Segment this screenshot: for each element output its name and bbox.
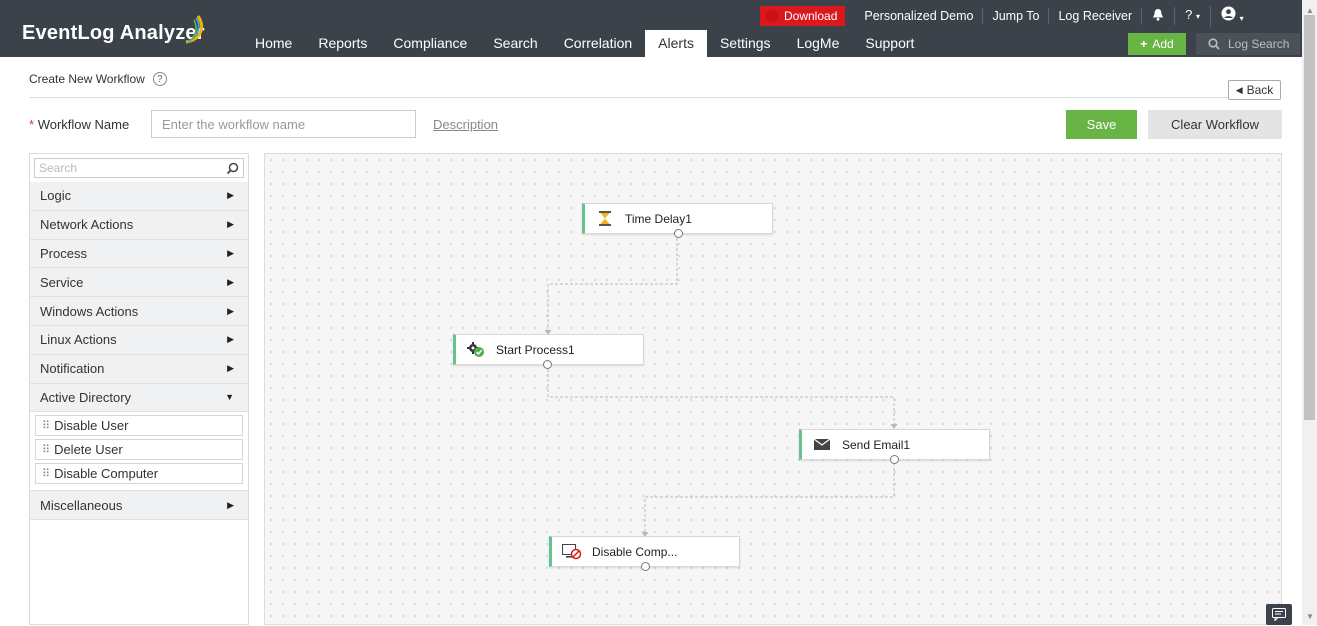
category-active-directory[interactable]: Active Directory ▼ xyxy=(30,383,248,413)
connector-process-to-email xyxy=(547,369,895,426)
drag-handle-icon: ⠿ xyxy=(42,444,50,457)
category-service[interactable]: Service ▶ xyxy=(30,268,248,298)
panel-search-input[interactable] xyxy=(39,161,209,175)
nav-settings[interactable]: Settings xyxy=(707,30,784,57)
search-icon[interactable] xyxy=(226,162,239,175)
chat-icon[interactable] xyxy=(1266,604,1292,625)
log-receiver-link[interactable]: Log Receiver xyxy=(1048,8,1141,24)
panel-search-box xyxy=(34,158,244,178)
category-network-actions[interactable]: Network Actions ▶ xyxy=(30,210,248,240)
actions-panel: Logic▶ Network Actions▶ Process▶ Service… xyxy=(29,153,249,625)
add-button[interactable]: + Add xyxy=(1128,33,1186,55)
category-logic[interactable]: Logic ▶ xyxy=(30,182,248,211)
connector-delay-to-process xyxy=(547,238,678,332)
back-button[interactable]: ◀ Back xyxy=(1228,80,1281,100)
search-icon xyxy=(1208,38,1220,50)
nav-support[interactable]: Support xyxy=(852,30,927,57)
workflow-name-input[interactable] xyxy=(151,110,416,138)
category-process[interactable]: Process ▶ xyxy=(30,239,248,269)
help-menu-icon[interactable]: ? ▾ xyxy=(1174,7,1210,25)
nav-reports[interactable]: Reports xyxy=(305,30,380,57)
required-marker: * xyxy=(29,117,35,132)
node-output-port[interactable] xyxy=(641,562,650,571)
node-output-port[interactable] xyxy=(890,455,899,464)
jump-to-link[interactable]: Jump To xyxy=(982,8,1048,24)
personalized-demo-link[interactable]: Personalized Demo xyxy=(855,8,982,24)
save-button[interactable]: Save xyxy=(1066,110,1137,139)
nav-logme[interactable]: LogMe xyxy=(784,30,853,57)
category-windows-actions[interactable]: Windows Actions ▶ xyxy=(30,297,248,326)
drag-handle-icon: ⠿ xyxy=(42,468,50,481)
node-send-email[interactable]: Send Email1 xyxy=(799,429,990,464)
utility-links: Download Personalized Demo Jump To Log R… xyxy=(760,5,1254,27)
chevron-left-icon: ◀ xyxy=(1235,84,1243,95)
user-profile-icon[interactable]: ▾ xyxy=(1210,5,1254,27)
caret-right-icon: ▶ xyxy=(227,499,234,510)
caret-right-icon: ▶ xyxy=(227,276,234,287)
help-icon[interactable]: ? xyxy=(152,72,167,86)
category-notification[interactable]: Notification ▶ xyxy=(30,354,248,384)
caret-right-icon: ▶ xyxy=(227,363,234,374)
page-title: Create New Workflow ? xyxy=(29,72,167,86)
category-miscellaneous[interactable]: Miscellaneous ▶ xyxy=(30,491,248,521)
scrollbar-thumb[interactable] xyxy=(1304,15,1315,420)
node-time-delay[interactable]: Time Delay1 xyxy=(582,203,773,238)
scroll-up-arrow-icon[interactable]: ▲ xyxy=(1306,6,1314,15)
caret-right-icon: ▶ xyxy=(227,190,234,201)
nav-compliance[interactable]: Compliance xyxy=(380,30,480,57)
plus-icon: + xyxy=(1140,37,1148,51)
hourglass-icon xyxy=(595,211,615,227)
envelope-icon xyxy=(812,437,832,453)
logo-swoosh-icon xyxy=(185,15,203,44)
description-link[interactable]: Description xyxy=(433,117,498,132)
caret-right-icon: ▶ xyxy=(227,219,234,230)
log-search-button[interactable]: Log Search xyxy=(1196,33,1300,55)
node-start-process[interactable]: Start Process1 xyxy=(453,334,644,369)
category-linux-actions[interactable]: Linux Actions ▶ xyxy=(30,325,248,355)
action-disable-computer[interactable]: ⠿ Disable Computer xyxy=(35,463,243,485)
gear-check-icon xyxy=(466,341,486,358)
node-connectors xyxy=(544,238,898,537)
bell-icon[interactable] xyxy=(1141,7,1174,25)
drag-handle-icon: ⠿ xyxy=(42,420,50,433)
caret-down-icon: ▼ xyxy=(225,392,234,403)
connector-email-to-disable xyxy=(644,463,895,534)
node-output-port[interactable] xyxy=(543,360,552,369)
node-disable-computer[interactable]: Disable Comp... xyxy=(549,536,740,571)
disable-computer-icon xyxy=(562,543,582,560)
main-nav: Home Reports Compliance Search Correlati… xyxy=(242,30,927,57)
workflow-canvas[interactable]: Time Delay1 Start Process1 Send Email1 D… xyxy=(264,153,1282,625)
node-output-port[interactable] xyxy=(674,229,683,238)
nav-alerts[interactable]: Alerts xyxy=(645,30,707,57)
caret-right-icon: ▶ xyxy=(227,305,234,316)
action-delete-user[interactable]: ⠿ Delete User xyxy=(35,439,243,461)
caret-right-icon: ▶ xyxy=(227,247,234,258)
nav-search[interactable]: Search xyxy=(480,30,550,57)
nav-home[interactable]: Home xyxy=(242,30,305,57)
active-directory-actions: ⠿ Disable User ⠿ Delete User ⠿ Disable Comp… xyxy=(30,415,248,492)
download-button[interactable]: Download xyxy=(760,6,846,26)
scroll-down-arrow-icon[interactable]: ▼ xyxy=(1306,612,1314,621)
clear-workflow-button[interactable]: Clear Workflow xyxy=(1148,110,1282,139)
nav-correlation[interactable]: Correlation xyxy=(551,30,645,57)
workflow-name-label: * Workflow Name xyxy=(29,117,130,132)
header-divider xyxy=(29,97,1281,98)
action-disable-user[interactable]: ⠿ Disable User xyxy=(35,415,243,437)
top-navigation-bar: EventLog Analyzer Home Reports Complianc… xyxy=(0,0,1302,57)
caret-right-icon: ▶ xyxy=(227,334,234,345)
